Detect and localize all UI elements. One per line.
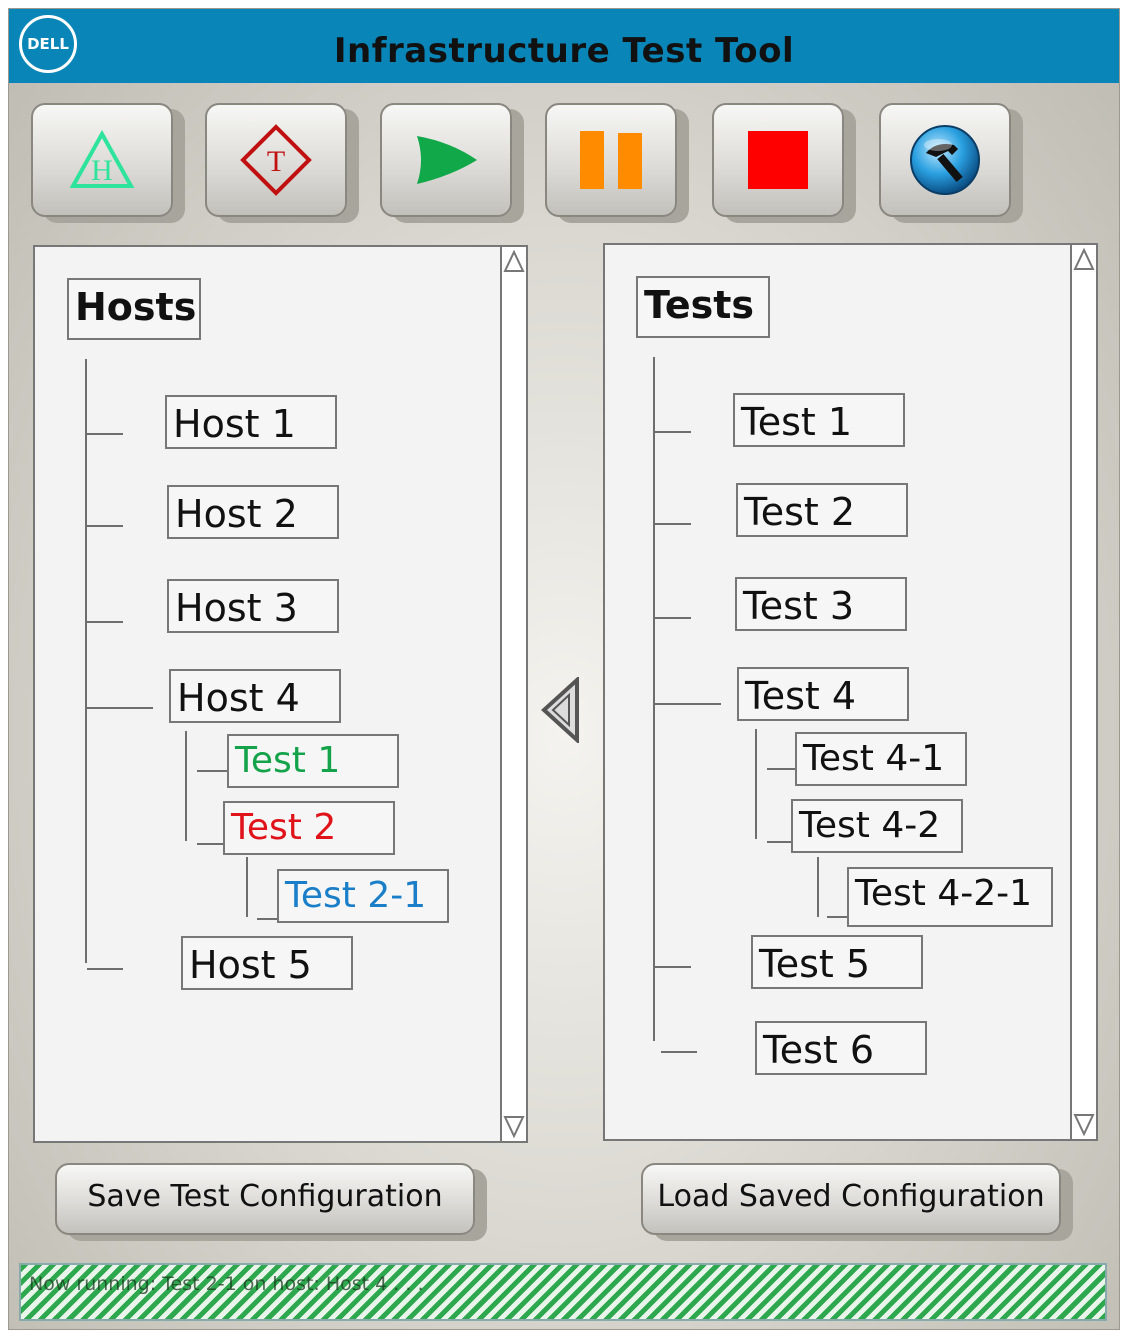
scroll-down-icon[interactable] xyxy=(503,1113,525,1139)
run-button[interactable] xyxy=(380,103,512,217)
tree-connector xyxy=(653,357,655,1041)
test-diamond-icon: T xyxy=(240,124,312,196)
tree-connector xyxy=(87,968,123,970)
tree-connector xyxy=(87,707,153,709)
tree-connector xyxy=(655,523,691,525)
scroll-up-icon[interactable] xyxy=(1073,247,1095,273)
test-node-5[interactable]: Test 5 xyxy=(751,935,923,989)
add-test-button[interactable]: T xyxy=(205,103,347,217)
host-node-4[interactable]: Host 4 xyxy=(169,669,341,723)
host-node-2[interactable]: Host 2 xyxy=(167,485,339,539)
test-node-3[interactable]: Test 3 xyxy=(735,577,907,631)
tree-connector xyxy=(87,525,123,527)
host4-test-2-1[interactable]: Test 2-1 xyxy=(277,869,449,923)
host4-test-2[interactable]: Test 2 xyxy=(223,801,395,855)
host-triangle-icon: H xyxy=(69,130,135,188)
tree-connector xyxy=(755,729,757,839)
test-node-4-2[interactable]: Test 4-2 xyxy=(791,799,963,853)
tree-connector xyxy=(185,731,187,841)
pause-button[interactable] xyxy=(545,103,677,217)
app-window: DELL Infrastructure Test Tool H T Hosts … xyxy=(8,8,1120,1330)
tree-connector xyxy=(817,857,819,917)
test-node-1[interactable]: Test 1 xyxy=(733,393,905,447)
load-config-button[interactable]: Load Saved Configuration xyxy=(641,1163,1061,1235)
tree-connector xyxy=(87,433,123,435)
pause-icon xyxy=(580,131,642,189)
test-node-6[interactable]: Test 6 xyxy=(755,1021,927,1075)
tests-header: Tests xyxy=(636,276,770,338)
tree-connector xyxy=(87,621,123,623)
tree-connector xyxy=(655,703,721,705)
tree-connector xyxy=(655,966,691,968)
scroll-down-icon[interactable] xyxy=(1073,1111,1095,1137)
hosts-header: Hosts xyxy=(67,278,201,340)
hammer-icon xyxy=(910,125,980,195)
play-icon xyxy=(417,136,477,184)
svg-text:T: T xyxy=(267,145,285,178)
tree-connector xyxy=(85,359,87,963)
title-bar: DELL Infrastructure Test Tool xyxy=(9,9,1119,83)
add-host-button[interactable]: H xyxy=(31,103,173,217)
settings-button[interactable] xyxy=(879,103,1011,217)
status-text: Now running: Test 2-1 on host: Host 4 . … xyxy=(29,1273,424,1295)
host-node-3[interactable]: Host 3 xyxy=(167,579,339,633)
tree-connector xyxy=(246,857,248,917)
hosts-panel: Hosts Host 1 Host 2 Host 3 Host 4 Test 1… xyxy=(33,245,528,1143)
tree-connector xyxy=(655,431,691,433)
host-node-1[interactable]: Host 1 xyxy=(165,395,337,449)
save-config-button[interactable]: Save Test Configuration xyxy=(55,1163,475,1235)
scroll-up-icon[interactable] xyxy=(503,249,525,275)
stop-button[interactable] xyxy=(712,103,844,217)
test-node-4-1[interactable]: Test 4-1 xyxy=(795,732,967,786)
test-node-2[interactable]: Test 2 xyxy=(736,483,908,537)
hosts-scrollbar[interactable] xyxy=(500,247,526,1141)
tests-panel: Tests Test 1 Test 2 Test 3 Test 4 Test 4… xyxy=(603,243,1098,1141)
test-node-4[interactable]: Test 4 xyxy=(737,667,909,721)
svg-text:H: H xyxy=(91,154,113,187)
test-node-4-2-1[interactable]: Test 4-2-1 xyxy=(847,867,1053,927)
tree-connector xyxy=(655,617,691,619)
app-title: Infrastructure Test Tool xyxy=(333,31,795,71)
stop-icon xyxy=(748,131,808,189)
host-node-5[interactable]: Host 5 xyxy=(181,936,353,990)
tests-scrollbar[interactable] xyxy=(1070,245,1096,1139)
status-bar: Now running: Test 2-1 on host: Host 4 . … xyxy=(19,1263,1107,1321)
move-left-icon[interactable] xyxy=(541,677,581,743)
host4-test-1[interactable]: Test 1 xyxy=(227,734,399,788)
tree-connector xyxy=(661,1051,697,1053)
